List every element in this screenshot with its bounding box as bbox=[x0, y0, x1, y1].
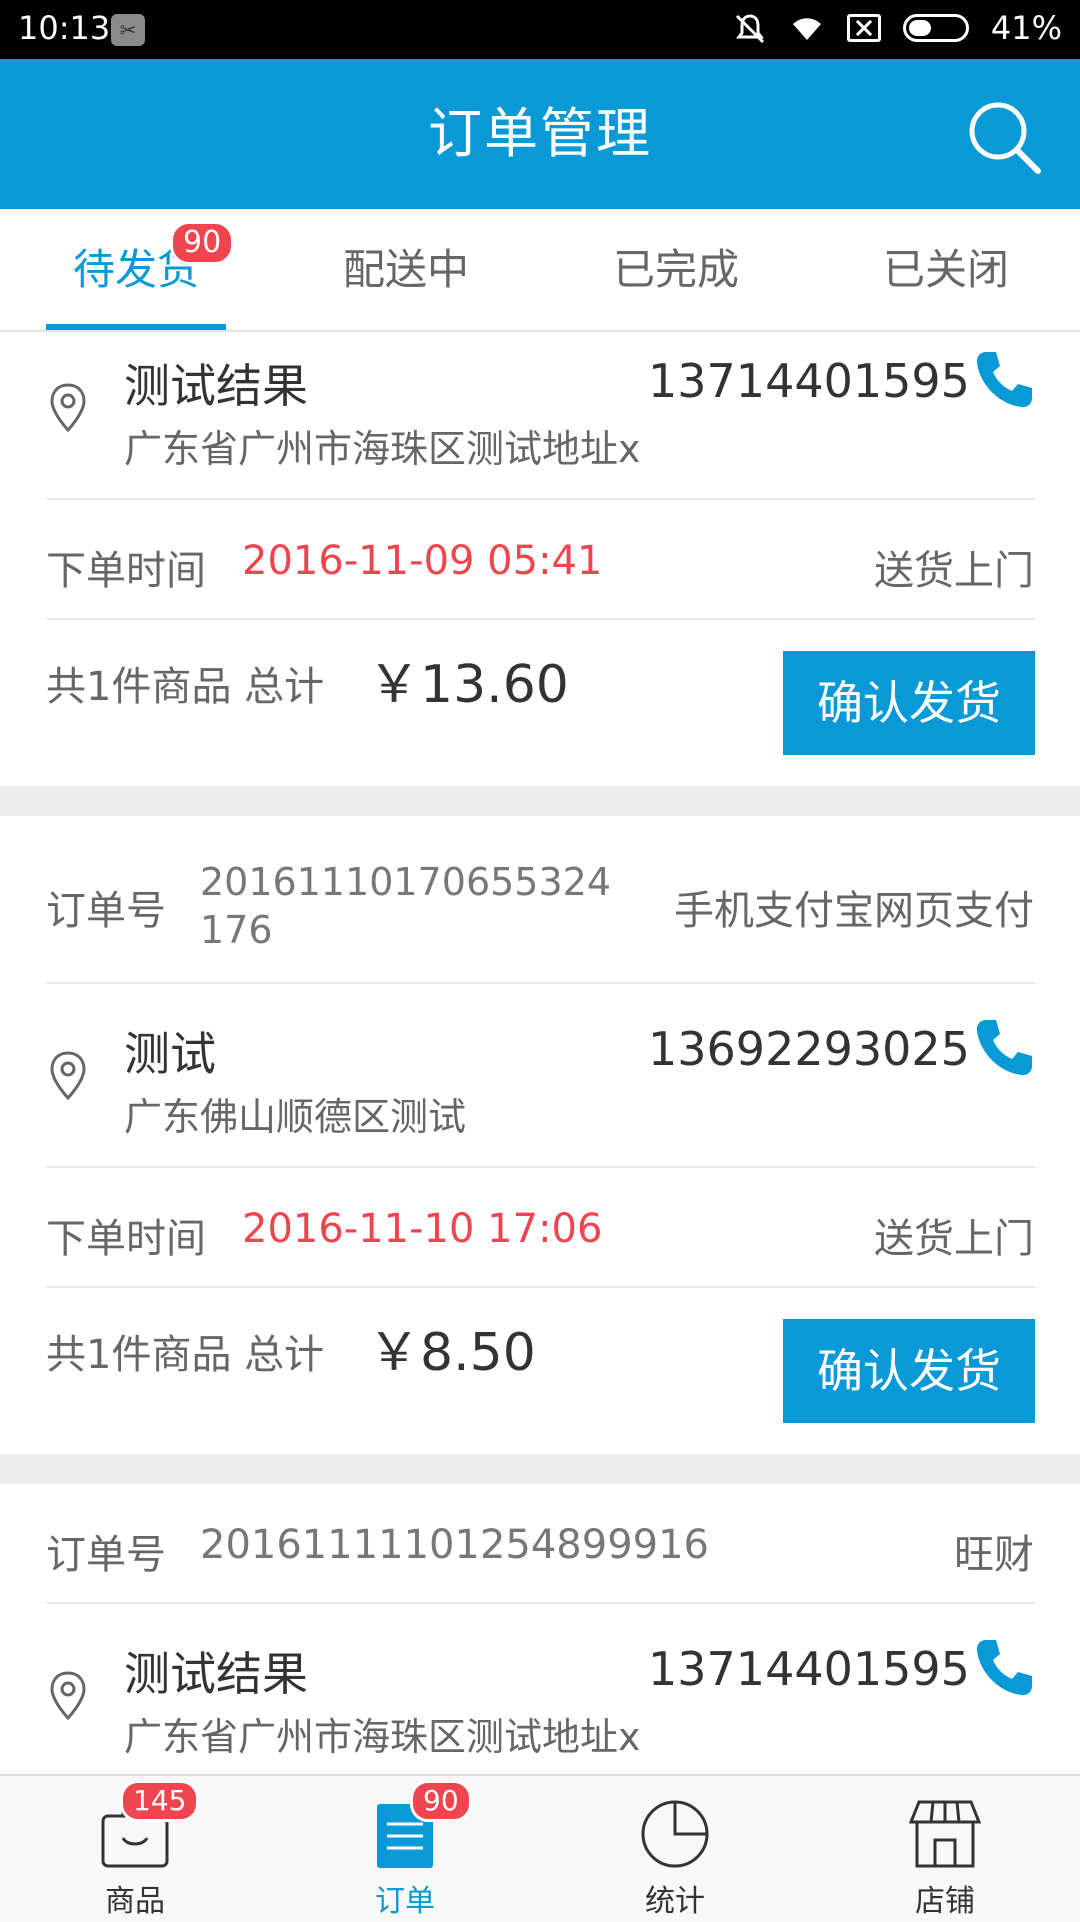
order-number-label: 订单号 bbox=[46, 1532, 166, 1578]
divider bbox=[46, 1602, 1035, 1604]
nav-label: 订单 bbox=[375, 1884, 435, 1919]
order-summary: 共1件商品 总计 bbox=[46, 664, 325, 710]
order-total: ￥13.60 bbox=[368, 655, 569, 715]
tab-active-indicator bbox=[46, 324, 226, 330]
order-time-label: 下单时间 bbox=[46, 548, 206, 594]
status-icons: 41% bbox=[733, 9, 1062, 47]
mute-icon bbox=[735, 14, 764, 44]
location-pin-icon bbox=[50, 1671, 86, 1721]
recipient-phone: 13692293025 bbox=[648, 1022, 970, 1076]
order-number: 20161110170655324 176 bbox=[200, 858, 620, 954]
divider bbox=[46, 1166, 1035, 1168]
recipient-address: 广东省广州市海珠区测试地址x bbox=[124, 427, 641, 471]
app-notification-icon: ✂ bbox=[111, 14, 145, 46]
order-number: 20161111101254899916 bbox=[200, 1522, 709, 1568]
divider bbox=[46, 982, 1035, 984]
order-number-line: 176 bbox=[200, 908, 273, 952]
battery-percent: 41% bbox=[990, 9, 1062, 47]
delivery-method: 送货上门 bbox=[874, 548, 1034, 594]
card-separator bbox=[0, 786, 1080, 816]
nav-label: 商品 bbox=[105, 1884, 165, 1919]
status-time: 10:13 bbox=[18, 9, 111, 47]
payment-method: 手机支付宝网页支付 bbox=[674, 888, 1034, 934]
card-separator bbox=[0, 1454, 1080, 1484]
tab-label: 已完成 bbox=[612, 245, 739, 294]
recipient-name: 测试 bbox=[124, 1027, 216, 1081]
recipient-address: 广东省广州市海珠区测试地址x bbox=[124, 1715, 641, 1759]
divider bbox=[46, 1286, 1035, 1288]
battery-icon bbox=[902, 14, 969, 42]
recipient-phone: 13714401595 bbox=[648, 354, 970, 408]
page-title: 订单管理 bbox=[428, 102, 652, 165]
order-time: 2016-11-10 17:06 bbox=[242, 1206, 603, 1252]
tab-badge: 90 bbox=[170, 221, 235, 265]
store-icon bbox=[909, 1800, 981, 1868]
divider bbox=[46, 498, 1035, 500]
nav-orders[interactable]: 90 订单 bbox=[270, 1776, 540, 1922]
wifi-icon bbox=[792, 18, 821, 40]
divider bbox=[46, 618, 1035, 620]
tab-label: 配送中 bbox=[342, 245, 469, 294]
delivery-method: 送货上门 bbox=[874, 1216, 1034, 1262]
nav-label: 店铺 bbox=[915, 1884, 975, 1919]
tab-label: 已关闭 bbox=[882, 245, 1009, 294]
tab-delivering[interactable]: 配送中 bbox=[316, 209, 496, 330]
pie-chart-icon bbox=[641, 1800, 709, 1868]
order-status-tabs: 待发货 90 配送中 已完成 已关闭 bbox=[0, 209, 1080, 332]
nav-statistics[interactable]: 统计 bbox=[540, 1776, 810, 1922]
order-number-line: 20161110170655324 bbox=[200, 860, 612, 904]
confirm-shipment-button[interactable]: 确认发货 bbox=[783, 1319, 1035, 1423]
phone-call-icon[interactable] bbox=[972, 1016, 1036, 1080]
nav-badge: 90 bbox=[410, 1780, 472, 1822]
payment-method: 旺财 bbox=[954, 1532, 1034, 1578]
nav-store[interactable]: 店铺 bbox=[810, 1776, 1080, 1922]
phone-call-icon[interactable] bbox=[972, 348, 1036, 412]
recipient-phone: 13714401595 bbox=[648, 1642, 970, 1696]
location-pin-icon bbox=[50, 383, 86, 433]
recipient-name: 测试结果 bbox=[124, 359, 308, 413]
search-icon[interactable] bbox=[964, 97, 1044, 177]
confirm-shipment-button[interactable]: 确认发货 bbox=[783, 651, 1035, 755]
tab-closed[interactable]: 已关闭 bbox=[856, 209, 1036, 330]
nav-goods[interactable]: 145 商品 bbox=[0, 1776, 270, 1922]
phone-call-icon[interactable] bbox=[972, 1636, 1036, 1700]
status-bar: 10:13 ✂ 41% bbox=[0, 0, 1080, 59]
order-list[interactable]: 测试结果 13714401595 广东省广州市海珠区测试地址x 下单时间 201… bbox=[0, 332, 1080, 1774]
order-number-label: 订单号 bbox=[46, 888, 166, 934]
order-summary: 共1件商品 总计 bbox=[46, 1332, 325, 1378]
order-total: ￥8.50 bbox=[368, 1323, 536, 1383]
order-time-label: 下单时间 bbox=[46, 1216, 206, 1262]
nav-badge: 145 bbox=[120, 1780, 200, 1822]
tab-completed[interactable]: 已完成 bbox=[586, 209, 766, 330]
location-pin-icon bbox=[50, 1051, 86, 1101]
nav-label: 统计 bbox=[645, 1884, 705, 1919]
recipient-address: 广东佛山顺德区测试 bbox=[124, 1095, 467, 1139]
bottom-nav: 145 商品 90 订单 统计 店铺 bbox=[0, 1774, 1080, 1922]
order-time: 2016-11-09 05:41 bbox=[242, 538, 603, 584]
recipient-name: 测试结果 bbox=[124, 1647, 308, 1701]
app-header: 订单管理 bbox=[0, 59, 1080, 209]
no-sim-icon bbox=[846, 14, 881, 42]
